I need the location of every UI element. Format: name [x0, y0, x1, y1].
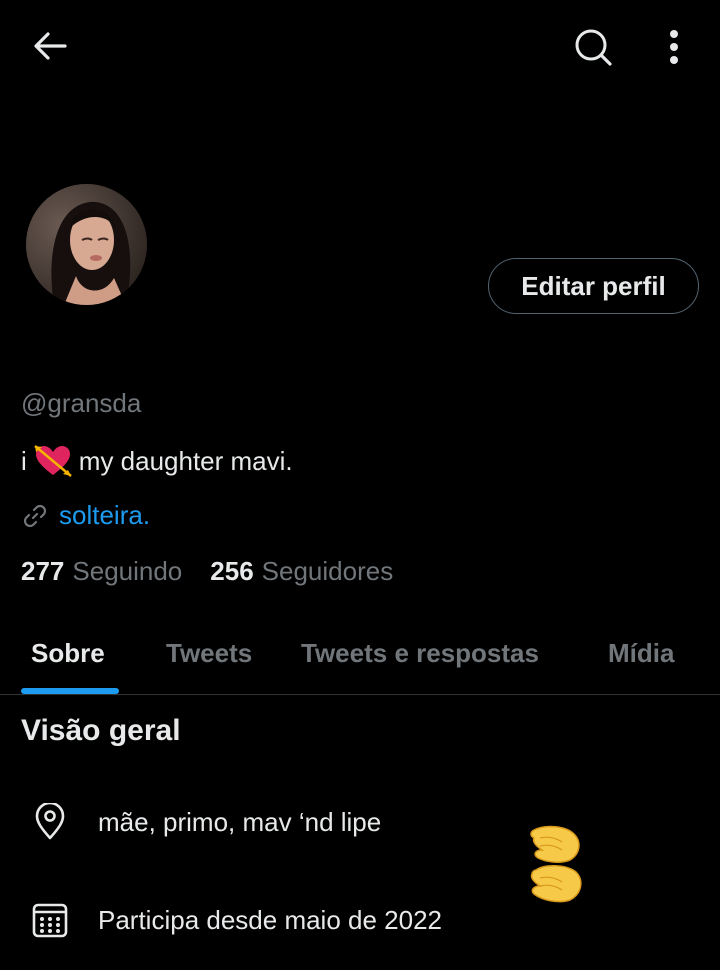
bio-text: my daughter mavi. — [78, 445, 293, 476]
more-options-button[interactable] — [650, 20, 698, 74]
tab-midia[interactable]: Mídia — [608, 638, 674, 669]
top-bar — [0, 0, 720, 92]
profile-link-text[interactable]: solteira. — [59, 500, 150, 531]
profile-tabs: Sobre Tweets Tweets e respostas Mídia — [0, 620, 720, 695]
search-button[interactable] — [566, 20, 620, 74]
profile-bio: i my daughter mavi. — [21, 444, 293, 478]
location-pin-icon — [30, 802, 70, 842]
heart-with-arrow-emoji — [33, 445, 72, 477]
joined-row: Participa desde maio de 2022 — [30, 900, 442, 940]
followers-count: 256 — [210, 556, 254, 586]
location-row: mãe, primo, mav ‘nd lipe — [30, 802, 381, 842]
edit-profile-button[interactable]: Editar perfil — [488, 258, 699, 314]
tab-tweets-e-respostas[interactable]: Tweets e respostas — [301, 638, 539, 669]
profile-photo — [26, 184, 147, 305]
bio-prefix: i — [21, 445, 27, 476]
joined-text: Participa desde maio de 2022 — [98, 904, 443, 935]
tab-sobre[interactable]: Sobre — [31, 638, 105, 669]
link-icon — [23, 504, 47, 527]
profile-handle: @gransda — [21, 388, 142, 418]
more-vertical-icon — [670, 30, 678, 64]
avatar[interactable] — [26, 184, 147, 305]
profile-link[interactable]: solteira. — [21, 500, 150, 531]
followers-label: Seguidores — [261, 556, 394, 586]
followers-stat[interactable]: 256 Seguidores — [210, 556, 393, 587]
calendar-icon — [30, 900, 70, 940]
tab-tweets[interactable]: Tweets — [166, 638, 252, 669]
search-icon — [575, 29, 612, 66]
location-text: mãe, primo, mav ‘nd lipe — [98, 806, 382, 837]
back-button[interactable] — [22, 22, 78, 70]
following-label: Seguindo — [72, 556, 183, 586]
following-count: 277 — [21, 556, 65, 586]
following-stat[interactable]: 277 Seguindo — [21, 556, 182, 587]
section-title: Visão geral — [21, 714, 181, 747]
profile-stats: 277 Seguindo 256 Seguidores — [21, 556, 421, 587]
active-tab-indicator — [21, 688, 119, 694]
arrow-left-icon — [34, 32, 67, 60]
hands-emoji — [530, 825, 582, 903]
